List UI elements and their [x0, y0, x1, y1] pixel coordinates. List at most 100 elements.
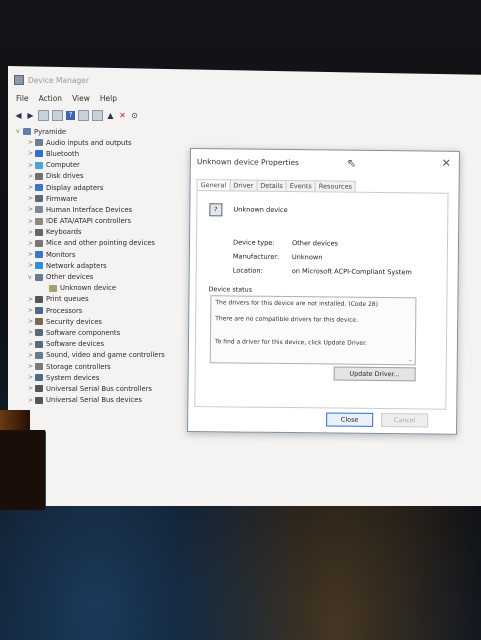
tree-item[interactable]: > Software components [16, 327, 165, 338]
device-category-icon [35, 251, 43, 259]
device-category-icon [35, 318, 43, 326]
tree-item[interactable]: > Display adapters [16, 182, 165, 193]
properties-icon[interactable] [78, 110, 89, 121]
device-category-icon [35, 295, 43, 303]
tree-root[interactable]: v Pyramide [16, 126, 165, 137]
device-category-icon [35, 396, 43, 404]
tree-item[interactable]: > Universal Serial Bus controllers [16, 383, 165, 394]
scroll-down-icon[interactable]: ⌄ [408, 356, 413, 363]
expanded-chevron-icon[interactable]: v [28, 274, 35, 281]
tree-item[interactable]: > Software devices [16, 339, 165, 350]
collapsed-chevron-icon[interactable]: > [28, 251, 35, 258]
close-icon[interactable]: ✕ [442, 157, 451, 170]
collapsed-chevron-icon[interactable]: > [28, 229, 35, 236]
tree-item[interactable]: > Mice and other pointing devices [16, 238, 165, 249]
collapsed-chevron-icon[interactable]: > [28, 296, 35, 303]
device-category-icon [35, 340, 43, 348]
tree-item[interactable]: > Firmware [16, 193, 165, 204]
collapsed-chevron-icon[interactable]: > [28, 363, 35, 370]
tree-item-label: IDE ATA/ATAPI controllers [46, 217, 132, 226]
collapsed-chevron-icon[interactable]: > [28, 341, 35, 348]
device-category-icon [35, 150, 43, 158]
tab-events[interactable]: Events [285, 180, 316, 192]
collapsed-chevron-icon[interactable]: > [28, 139, 35, 146]
device-category-icon [35, 262, 43, 270]
tab-details[interactable]: Details [256, 179, 287, 192]
tree-item[interactable]: > Universal Serial Bus devices [16, 395, 165, 406]
tree-item[interactable]: > Computer [16, 160, 165, 171]
collapsed-chevron-icon[interactable]: > [28, 218, 35, 225]
download-icon[interactable]: ⊙ [130, 111, 139, 120]
device-category-icon [35, 273, 43, 281]
device-category-icon [35, 195, 43, 203]
collapsed-chevron-icon[interactable]: > [28, 397, 35, 404]
collapsed-chevron-icon[interactable]: > [28, 195, 35, 202]
device-category-icon [35, 228, 43, 236]
tree-item[interactable]: > Network adapters [16, 260, 165, 271]
device-manager-icon [14, 75, 24, 85]
tab-resources[interactable]: Resources [314, 180, 357, 192]
tree-items: > Audio inputs and outputs > Bluetooth > Comp… [16, 137, 165, 406]
collapsed-chevron-icon[interactable]: > [28, 173, 35, 180]
collapsed-chevron-icon[interactable]: > [28, 374, 35, 381]
tree-item[interactable]: > Storage controllers [16, 361, 165, 372]
prop-value-location: on Microsoft ACPI-Compliant System [291, 267, 412, 277]
menu-view[interactable]: View [72, 94, 90, 103]
tree-item[interactable]: > Monitors [16, 249, 165, 260]
device-name: Unknown device [233, 205, 288, 215]
tree-item[interactable]: > Sound, video and game controllers [16, 350, 165, 361]
uninstall-x-icon[interactable]: ✕ [118, 111, 127, 120]
mouse-cursor-icon: ⇖ [346, 156, 357, 170]
collapsed-chevron-icon[interactable]: > [28, 318, 35, 325]
status-line-3: To find a driver for this device, click … [214, 338, 367, 347]
dialog-title: Unknown device Properties [196, 157, 300, 168]
back-arrow-icon[interactable]: ◀ [14, 111, 23, 120]
menu-action[interactable]: Action [39, 94, 63, 103]
tree-item[interactable]: > Keyboards [16, 227, 165, 238]
scan-hardware-icon[interactable] [92, 110, 103, 121]
tree-item-label: Storage controllers [46, 362, 111, 371]
close-button[interactable]: Close [326, 412, 374, 427]
update-driver-icon[interactable]: ▲ [106, 111, 115, 120]
computer-icon [23, 128, 31, 136]
tree-item[interactable]: Unknown device [16, 283, 165, 294]
help-icon[interactable]: ? [66, 111, 75, 120]
collapsed-chevron-icon[interactable]: > [28, 162, 35, 169]
tree-item[interactable]: > Print queues [16, 294, 165, 305]
collapsed-chevron-icon[interactable]: > [28, 352, 35, 359]
device-status-box[interactable]: The drivers for this device are not inst… [209, 295, 417, 366]
tree-item[interactable]: > Security devices [16, 316, 165, 327]
tree-item[interactable]: > Disk drives [16, 171, 165, 182]
collapsed-chevron-icon[interactable]: > [28, 150, 35, 157]
menu-help[interactable]: Help [100, 94, 117, 103]
properties-grid-icon[interactable] [38, 110, 49, 121]
tab-general[interactable]: General [196, 179, 231, 191]
tree-item[interactable]: v Other devices [16, 271, 165, 282]
menu-file[interactable]: File [16, 94, 29, 103]
expanded-chevron-icon[interactable]: v [16, 128, 23, 135]
collapsed-chevron-icon[interactable]: > [28, 206, 35, 213]
tree-item[interactable]: > System devices [16, 372, 165, 383]
tree-item[interactable]: > Human Interface Devices [16, 204, 165, 215]
collapsed-chevron-icon[interactable]: > [28, 240, 35, 247]
tree-item[interactable]: > Bluetooth [16, 148, 165, 159]
tree-item[interactable]: > Processors [16, 305, 165, 316]
tree-item[interactable]: > Audio inputs and outputs [16, 137, 165, 148]
tree-item-label: Keyboards [46, 228, 82, 237]
collapsed-chevron-icon[interactable]: > [28, 262, 35, 269]
tree-item-label: Disk drives [46, 172, 84, 181]
cancel-button[interactable]: Cancel [381, 413, 429, 428]
collapsed-chevron-icon[interactable]: > [28, 385, 35, 392]
forward-arrow-icon[interactable]: ▶ [26, 111, 35, 120]
collapsed-chevron-icon[interactable]: > [28, 307, 35, 314]
tab-driver[interactable]: Driver [229, 179, 258, 191]
show-hidden-icon[interactable] [52, 110, 63, 121]
device-category-icon [35, 139, 43, 147]
update-driver-button[interactable]: Update Driver... [333, 366, 416, 382]
properties-dialog: Unknown device Properties ⇖ ✕ General Dr… [187, 148, 460, 435]
collapsed-chevron-icon[interactable]: > [28, 329, 35, 336]
tree-item[interactable]: > IDE ATA/ATAPI controllers [16, 216, 165, 227]
tree-item-label: Display adapters [46, 183, 104, 192]
collapsed-chevron-icon[interactable]: > [28, 184, 35, 191]
tree-item-label: Unknown device [60, 284, 117, 293]
